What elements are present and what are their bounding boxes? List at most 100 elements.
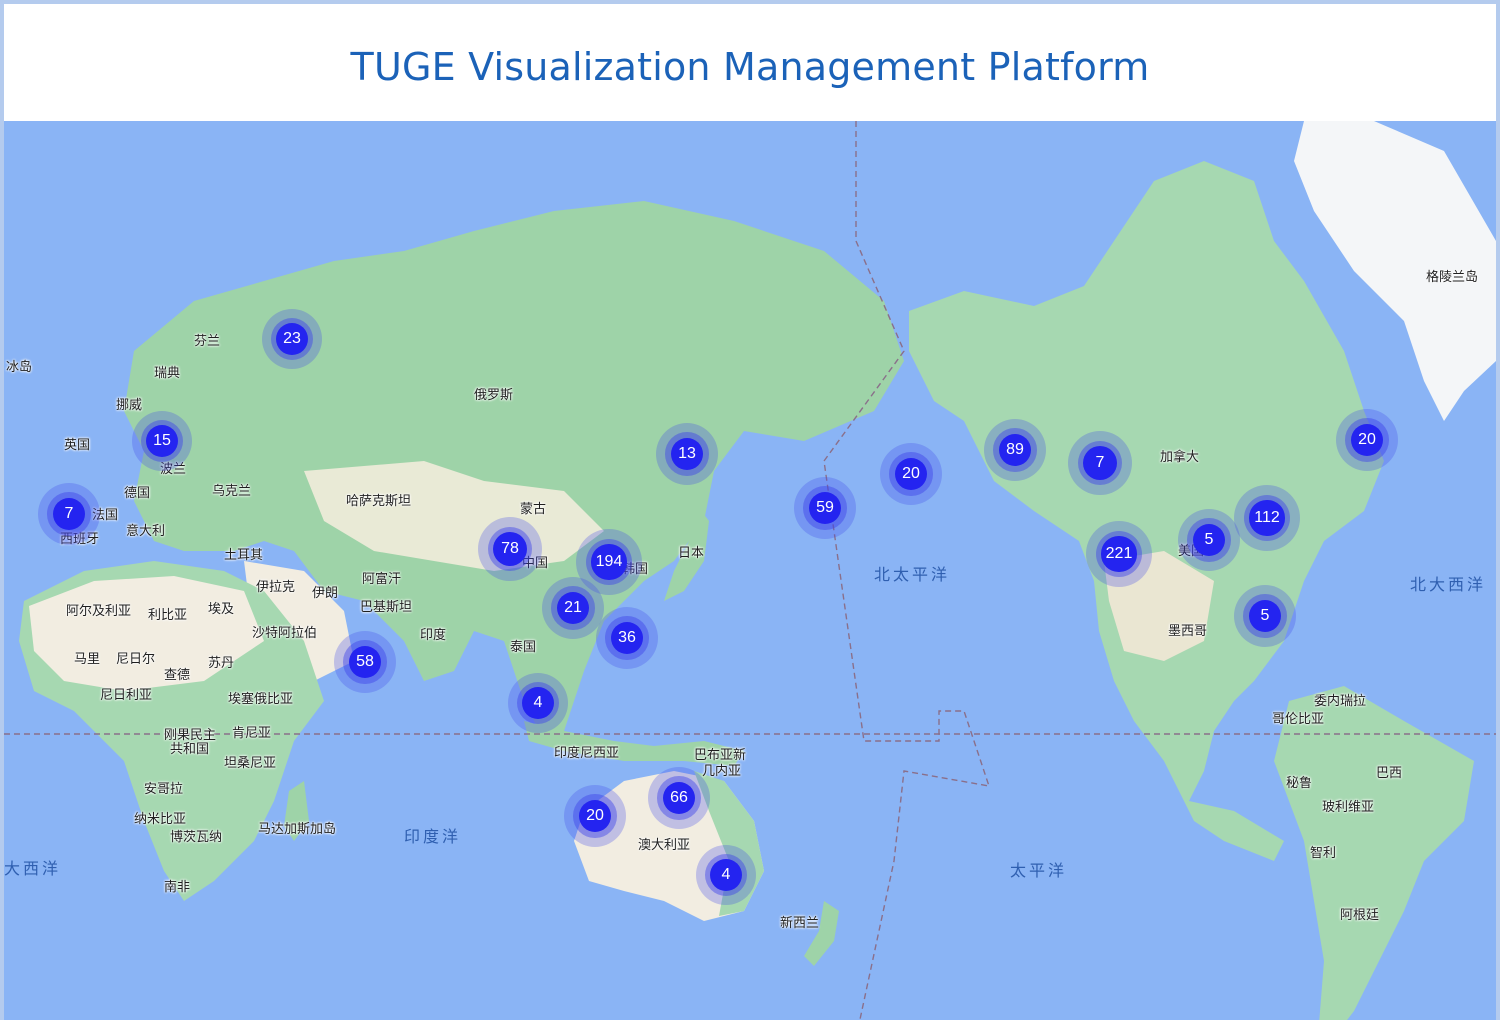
country-label: 印度尼西亚 [554,746,620,761]
country-label: 巴布亚新 [694,748,747,763]
country-label: 澳大利亚 [638,838,691,853]
cluster-count: 59 [808,491,842,525]
country-label: 意大利 [126,524,166,539]
country-label: 马达加斯加岛 [258,822,337,837]
country-label: 蒙古 [520,502,547,517]
country-label: 尼日利亚 [100,688,153,703]
country-label: 查德 [164,668,191,683]
cluster-count: 89 [998,433,1032,467]
cluster-marker[interactable]: 13 [656,423,718,485]
country-label: 格陵兰岛 [1426,270,1479,285]
country-label: 安哥拉 [144,782,184,797]
cluster-count: 78 [492,531,527,566]
cluster-marker[interactable]: 4 [696,845,756,905]
country-label: 芬兰 [194,334,221,349]
country-label: 印度 [420,628,447,643]
country-label: 墨西哥 [1168,624,1208,639]
country-label: 伊朗 [312,586,339,601]
country-label: 肯尼亚 [232,726,272,741]
country-label: 智利 [1310,846,1337,861]
country-label: 阿富汗 [362,572,402,587]
cluster-count: 20 [1350,423,1384,457]
cluster-marker[interactable]: 20 [1336,409,1398,471]
country-label: 埃塞俄比亚 [228,692,294,707]
country-label: 冰岛 [6,360,33,375]
cluster-marker[interactable]: 66 [648,767,710,829]
country-label: 玻利维亚 [1322,800,1375,815]
cluster-count: 20 [894,457,928,491]
country-label: 坦桑尼亚 [224,756,277,771]
country-label: 委内瑞拉 [1314,694,1367,709]
cluster-count: 4 [710,859,742,891]
country-label: 新西兰 [780,916,820,931]
country-label: 伊拉克 [256,580,296,595]
country-label: 苏丹 [208,656,235,671]
cluster-count: 66 [662,781,696,815]
cluster-marker[interactable]: 4 [508,673,568,733]
cluster-marker[interactable]: 89 [984,419,1046,481]
cluster-count: 21 [556,591,590,625]
country-label: 哥伦比亚 [1272,712,1325,727]
cluster-count: 36 [610,621,644,655]
country-label: 泰国 [510,640,537,655]
cluster-marker[interactable]: 5 [1234,585,1296,647]
country-label: 瑞典 [154,366,181,381]
country-label: 几内亚 [702,764,742,779]
country-label: 秘鲁 [1286,776,1313,791]
country-label: 挪威 [116,398,143,413]
cluster-count: 20 [578,799,612,833]
country-label: 俄罗斯 [474,388,514,403]
country-label: 尼日尔 [116,652,156,667]
country-label: 利比亚 [148,608,188,623]
cluster-count: 4 [522,687,554,719]
country-label: 英国 [64,438,91,453]
country-label: 加拿大 [1160,450,1200,465]
cluster-count: 5 [1192,523,1226,557]
new-zealand-land [804,901,839,966]
cluster-count: 112 [1249,500,1285,536]
ocean-label: 北大西洋 [1410,575,1487,594]
country-label: 沙特阿拉伯 [252,626,318,641]
cluster-marker[interactable]: 36 [596,607,658,669]
country-label: 哈萨克斯坦 [346,494,412,509]
south-america-land [1274,686,1474,1020]
country-label: 阿根廷 [1340,908,1380,923]
country-label: 马里 [74,652,101,667]
ocean-label: 北太平洋 [874,565,951,584]
country-label: 乌克兰 [212,484,252,499]
ocean-label: 太平洋 [1010,861,1068,880]
header-bar: TUGE Visualization Management Platform [4,4,1496,121]
cluster-marker[interactable]: 221 [1086,521,1152,587]
country-label: 博茨瓦纳 [170,830,223,845]
country-label: 日本 [678,546,705,561]
ocean-label: 大西洋 [4,859,62,878]
cluster-count: 7 [1082,445,1117,480]
country-label: 刚果民主 [164,728,217,743]
country-label: 巴基斯坦 [360,600,413,615]
country-label: 埃及 [208,602,235,617]
app-frame: TUGE Visualization Management Platform 冰… [0,0,1500,1020]
cluster-count: 5 [1248,599,1282,633]
cluster-marker[interactable]: 21 [542,577,604,639]
page-title: TUGE Visualization Management Platform [350,44,1150,89]
cluster-marker[interactable]: 7 [1068,431,1132,495]
cluster-count: 13 [670,437,704,471]
cluster-marker[interactable]: 78 [478,517,542,581]
country-label: 共和国 [170,742,210,757]
cluster-count: 221 [1101,536,1137,572]
cluster-marker[interactable]: 7 [38,483,100,545]
cluster-marker[interactable]: 5 [1178,509,1240,571]
cluster-marker[interactable]: 15 [132,411,192,471]
cluster-marker[interactable]: 59 [794,477,856,539]
world-map[interactable]: 冰岛 芬兰 瑞典 挪威 英国 波兰 乌克兰 德国 法国 西班牙 意大利 俄罗斯 … [4,121,1496,1020]
cluster-marker[interactable]: 20 [564,785,626,847]
country-label: 土耳其 [224,548,264,563]
cluster-count: 194 [591,544,627,580]
cluster-marker[interactable]: 23 [262,309,322,369]
country-label: 阿尔及利亚 [66,604,132,619]
cluster-marker[interactable]: 20 [880,443,942,505]
cluster-marker[interactable]: 112 [1234,485,1300,551]
cluster-marker[interactable]: 58 [334,631,396,693]
cluster-count: 15 [146,425,178,457]
ocean-label: 印度洋 [404,827,462,846]
